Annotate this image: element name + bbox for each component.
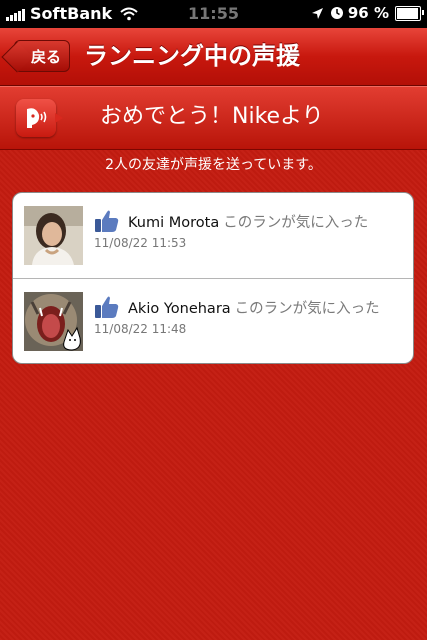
thumbs-up-icon <box>95 210 119 232</box>
speech-bubble-icon <box>16 99 63 137</box>
friend-name[interactable]: Kumi Morota <box>128 215 219 231</box>
cheer-timestamp: 11/08/22 11:48 <box>94 322 187 336</box>
friends-cheering-count: 2人の友達が声援を送っています。 <box>105 157 322 173</box>
status-bar: SoftBank 11:55 96 % <box>0 0 427 28</box>
cheer-timestamp: 11/08/22 11:53 <box>94 236 187 250</box>
list-item[interactable]: Akio Yonehara このランが気に入った 11/08/22 11:48 <box>13 278 413 363</box>
cheer-action: このランが気に入った <box>223 215 369 231</box>
back-arrow-shape <box>1 41 33 73</box>
cheer-list: Kumi Morota このランが気に入った 11/08/22 11:53 Aki… <box>12 192 414 364</box>
battery-percent: 96 % <box>347 4 389 22</box>
thumbs-up-icon <box>95 296 119 318</box>
avatar <box>24 292 83 351</box>
friend-name[interactable]: Akio Yonehara <box>128 301 231 317</box>
back-button-label: 戻る <box>30 48 61 66</box>
friend-name-line: Kumi Morota このランが気に入った <box>128 211 368 232</box>
battery-icon <box>395 5 424 21</box>
cheer-message-bar[interactable]: おめでとう！Nikeより <box>0 86 427 150</box>
status-right: 96 % <box>311 4 424 22</box>
location-arrow-icon <box>311 7 323 19</box>
cheer-message: おめでとう！Nikeより <box>100 104 324 129</box>
friend-name-line: Akio Yonehara このランが気に入った <box>128 297 380 318</box>
back-button[interactable]: 戻る <box>1 40 70 73</box>
alarm-clock-icon <box>330 7 343 19</box>
avatar <box>24 206 83 265</box>
cheer-action: このランが気に入った <box>234 301 380 317</box>
list-item[interactable]: Kumi Morota このランが気に入った 11/08/22 11:53 <box>13 193 413 278</box>
navigation-bar: 戻る ランニング中の声援 <box>0 28 427 86</box>
page-title: ランニング中の声援 <box>84 42 300 70</box>
